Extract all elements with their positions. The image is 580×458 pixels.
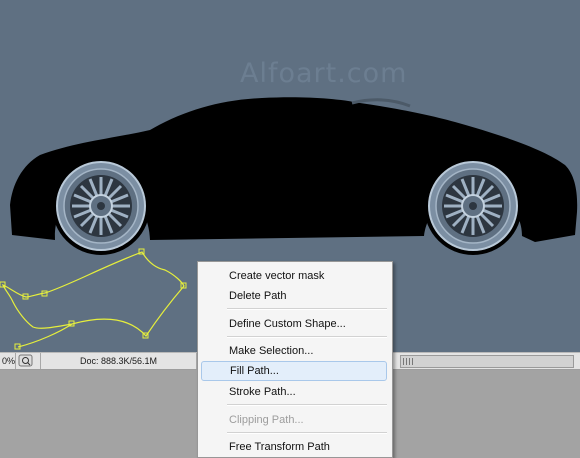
- menu-separator: [227, 308, 387, 310]
- menu-item-define-custom-shape[interactable]: Define Custom Shape...: [201, 314, 387, 334]
- zoom-level[interactable]: 0%: [0, 353, 16, 369]
- watermark-text: Alfoart.com: [240, 58, 408, 89]
- scroll-grip-icon[interactable]: [403, 358, 413, 365]
- menu-item-clipping-path[interactable]: Clipping Path...: [201, 410, 387, 430]
- work-path: [1, 251, 185, 348]
- menu-separator: [227, 404, 387, 406]
- path-anchors: [0, 248, 187, 350]
- menu-item-delete-path[interactable]: Delete Path: [201, 286, 387, 306]
- menu-item-create-vector-mask[interactable]: Create vector mask: [201, 266, 387, 286]
- horizontal-scrollbar[interactable]: [400, 355, 574, 368]
- context-menu: Create vector mask Delete Path Define Cu…: [197, 261, 393, 458]
- menu-separator: [227, 432, 387, 434]
- doc-size-info[interactable]: Doc: 888.3K/56.1M: [40, 353, 197, 369]
- menu-separator: [227, 336, 387, 338]
- menu-item-fill-path[interactable]: Fill Path...: [201, 361, 387, 381]
- navigator-icon[interactable]: [18, 354, 33, 367]
- menu-item-free-transform-path[interactable]: Free Transform Path: [201, 437, 387, 457]
- menu-item-make-selection[interactable]: Make Selection...: [201, 341, 387, 361]
- menu-item-stroke-path[interactable]: Stroke Path...: [201, 382, 387, 402]
